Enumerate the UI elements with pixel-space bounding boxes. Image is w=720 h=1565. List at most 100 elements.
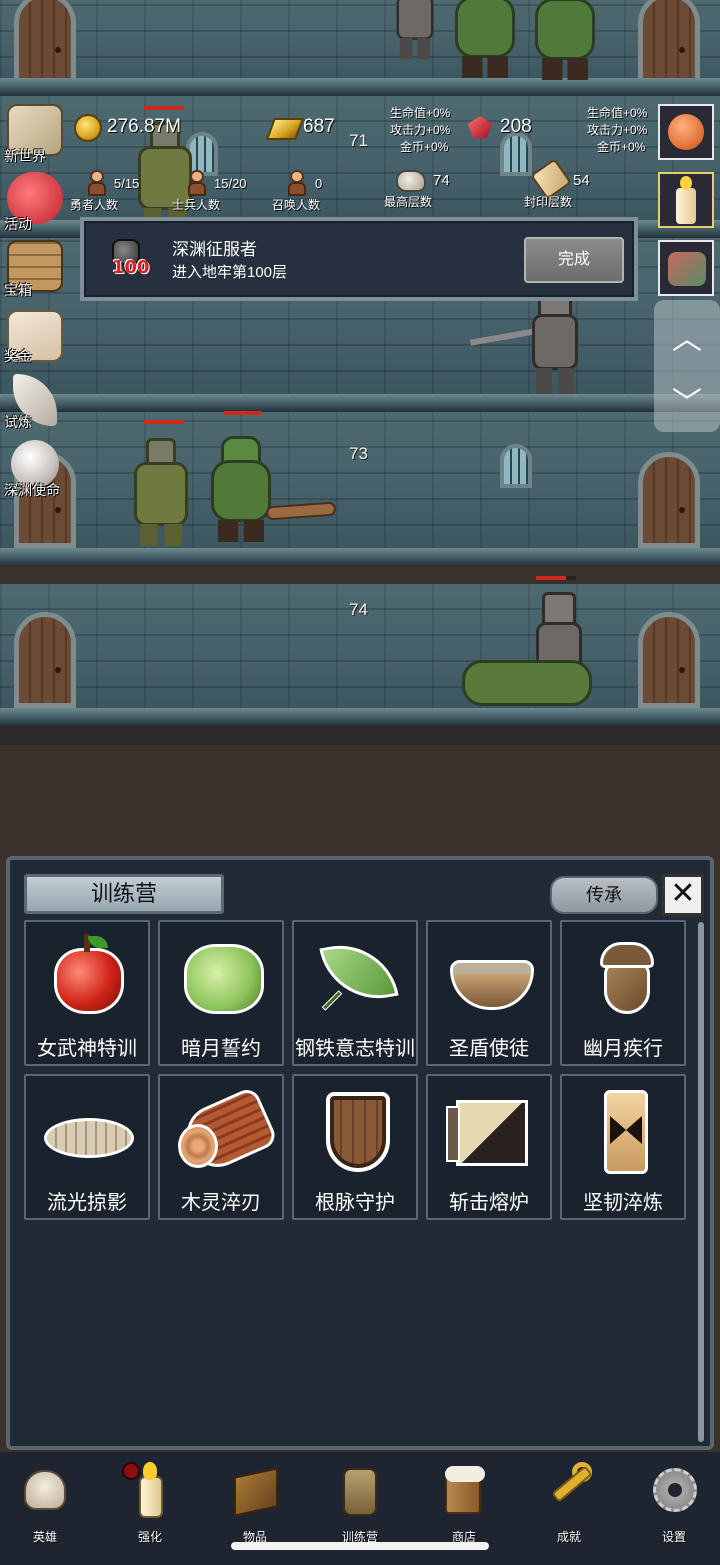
leaf-icon — [312, 932, 402, 1022]
home-indicator[interactable] — [231, 1542, 489, 1550]
golem-enemy[interactable] — [126, 436, 196, 546]
inherit-button[interactable]: 传承 — [550, 876, 658, 914]
side-menu-bonus[interactable]: 奖金 — [2, 310, 68, 374]
soldier-count-label: 士兵人数 — [172, 198, 221, 212]
complete-button[interactable]: 完成 — [524, 237, 624, 283]
window — [500, 132, 532, 176]
gold-amount: 276.87M — [107, 116, 181, 137]
nav-label: 英雄 — [32, 1530, 57, 1544]
training-item[interactable]: 坚韧淬炼 — [560, 1074, 686, 1220]
skull-icon — [20, 1462, 70, 1520]
flame-icon — [680, 176, 692, 190]
side-menu-new-world[interactable]: 新世界 — [2, 104, 68, 168]
nav-training-camp[interactable]: 训练营 — [315, 1462, 405, 1552]
shield-icon — [312, 1086, 402, 1176]
hero-count: 5/15 — [114, 176, 140, 191]
soldier-count-icon — [186, 170, 208, 196]
floor-ledge — [0, 78, 720, 96]
potion-buff-button[interactable] — [658, 104, 714, 160]
scroll-down-icon[interactable]: ﹀ — [654, 378, 720, 422]
hp-buff: 生命值+0% — [587, 106, 648, 120]
pack-buff-button[interactable] — [658, 240, 714, 296]
training-item-name: 幽月疾行 — [583, 1038, 663, 1060]
training-item[interactable]: 斩击熔炉 — [426, 1074, 552, 1220]
dungeon-floor — [0, 0, 720, 84]
orc-enemy[interactable] — [196, 432, 337, 542]
orc-enemy[interactable] — [440, 0, 530, 78]
training-item[interactable]: 女武神特训 — [24, 920, 150, 1066]
achievement-banner: 100 深渊征服者 进入地牢第100层 完成 — [80, 217, 638, 301]
log-icon — [177, 1085, 279, 1177]
candle-buff-button[interactable] — [658, 172, 714, 228]
close-icon[interactable]: ✕ — [662, 874, 704, 916]
door — [14, 612, 76, 708]
panel-scrollbar[interactable] — [698, 922, 704, 1442]
side-menu-abyss-mission[interactable]: 深渊使命 — [2, 440, 68, 504]
side-menu-label: 活动 — [4, 216, 32, 232]
nav-heroes[interactable]: 英雄 — [0, 1462, 90, 1552]
fossil-icon — [44, 1086, 134, 1176]
sealed-floor: 54 — [573, 172, 590, 189]
training-item[interactable]: 幽月疾行 — [560, 920, 686, 1066]
nav-shop[interactable]: 商店 — [419, 1462, 509, 1552]
training-item[interactable]: 钢铁意志特训 — [292, 920, 418, 1066]
training-item-name: 圣盾使徒 — [449, 1038, 529, 1060]
cube-icon — [446, 1086, 536, 1176]
nav-settings[interactable]: 设置 — [629, 1462, 719, 1552]
candle-icon — [676, 188, 696, 224]
floor-number: 71 — [349, 131, 368, 150]
attack-buff: 攻击力+0% — [587, 123, 648, 137]
bowl-icon — [446, 932, 536, 1022]
nav-label: 设置 — [661, 1530, 686, 1544]
training-item[interactable]: 流光掠影 — [24, 1074, 150, 1220]
side-menu-trial[interactable]: 试炼 — [2, 374, 68, 438]
door — [14, 0, 76, 88]
floor-ledge — [0, 708, 720, 726]
notification-dot — [122, 1462, 140, 1480]
scroll-up-icon[interactable]: ︿ — [654, 314, 720, 358]
training-item[interactable]: 根脉守护 — [292, 1074, 418, 1220]
door — [638, 612, 700, 708]
summon-count-icon — [286, 170, 308, 196]
max-floor: 74 — [433, 172, 450, 189]
enemy-hp-bar — [144, 420, 184, 424]
training-item-name: 木灵淬刃 — [181, 1192, 261, 1214]
hero-hp-bar — [536, 576, 576, 580]
side-menu-events[interactable]: 活动 — [2, 172, 68, 236]
peach-icon — [668, 114, 704, 150]
hp-buff: 生命值+0% — [390, 106, 451, 120]
sealed-floor-label: 封印层数 — [524, 195, 573, 209]
gold-buff: 金币+0% — [400, 140, 449, 154]
skeleton-enemy[interactable] — [387, 0, 443, 59]
stone-icon — [396, 170, 426, 192]
side-menu-chest[interactable]: 宝箱 — [2, 240, 68, 304]
enemy-hp-bar — [144, 106, 184, 110]
training-item[interactable]: 木灵淬刃 — [158, 1074, 284, 1220]
side-menu-label: 宝箱 — [4, 282, 32, 298]
attack-buff: 攻击力+0% — [390, 123, 451, 137]
panel-title: 训练营 — [24, 874, 224, 914]
scene-bottom-edge — [0, 726, 720, 745]
enemy-hp-bar — [224, 411, 262, 415]
gold-buff: 金币+0% — [597, 140, 646, 154]
nav-enhance[interactable]: 强化 — [105, 1462, 195, 1552]
training-item-name: 根脉守护 — [315, 1192, 395, 1214]
side-menu-label: 奖金 — [4, 348, 32, 364]
acorn-icon — [580, 932, 670, 1022]
book-icon — [230, 1462, 280, 1520]
beer-mug-icon — [439, 1462, 489, 1520]
summon-count-label: 召唤人数 — [272, 198, 321, 212]
training-item-name: 暗月誓约 — [181, 1038, 261, 1060]
lantern-icon — [335, 1462, 385, 1520]
window — [500, 444, 532, 488]
training-item[interactable]: 暗月誓约 — [158, 920, 284, 1066]
key-icon — [544, 1462, 594, 1520]
nav-items[interactable]: 物品 — [210, 1462, 300, 1552]
orc-enemy[interactable] — [520, 0, 610, 80]
soldier-count: 15/20 — [214, 176, 247, 191]
training-item[interactable]: 圣盾使徒 — [426, 920, 552, 1066]
hero-count-icon — [86, 170, 108, 196]
nav-achievements[interactable]: 成就 — [524, 1462, 614, 1552]
summon-count: 0 — [315, 176, 323, 191]
floor-ledge — [0, 394, 720, 412]
